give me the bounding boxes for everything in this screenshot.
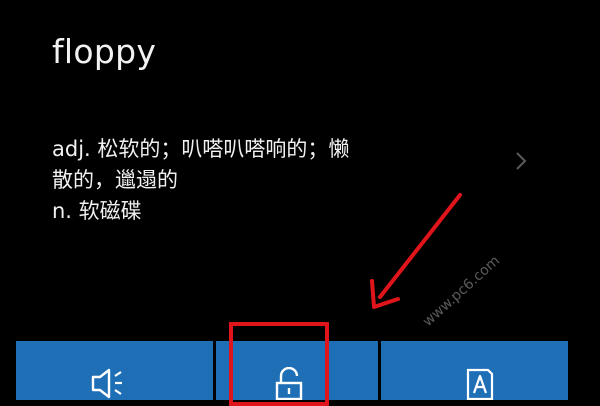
- speaker-icon: [91, 368, 122, 399]
- definition-line-adj: adj. 松软的；叭嗒叭嗒响的；懒: [52, 137, 350, 161]
- dictionary-app: floppy adj. 松软的；叭嗒叭嗒响的；懒 散的，邋遢的 n. 软磁碟 w…: [0, 0, 600, 406]
- action-divider: [378, 341, 381, 400]
- scan-translate-icon: [466, 368, 494, 400]
- scan-translate-button[interactable]: [396, 341, 568, 400]
- speaker-button[interactable]: [16, 341, 196, 400]
- annotation-highlight-box: [229, 322, 329, 406]
- chevron-right-icon[interactable]: [514, 150, 528, 172]
- word-title: floppy: [52, 32, 157, 71]
